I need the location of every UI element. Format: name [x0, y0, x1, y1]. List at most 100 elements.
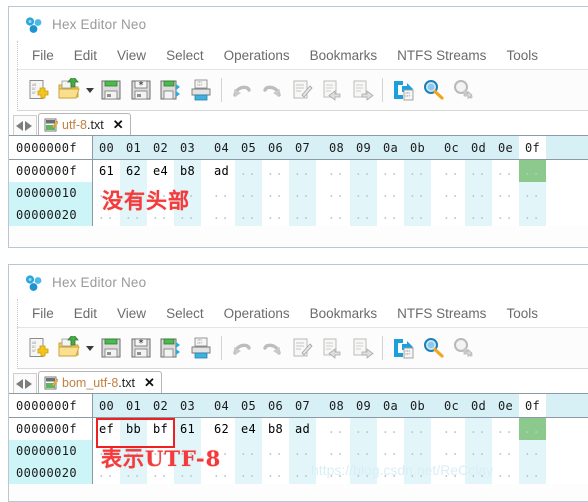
table-row[interactable]: 00000020 .. .. .. .. .. .. .. .. .. .. .…	[9, 204, 588, 226]
hex-byte[interactable]: ..	[404, 462, 431, 484]
hex-col-0a[interactable]: 0a	[377, 394, 404, 417]
hex-byte[interactable]: ..	[208, 462, 235, 484]
hex-byte[interactable]: 62	[120, 160, 147, 182]
tab-close-icon-2[interactable]: ✕	[144, 376, 155, 389]
hex-col-09[interactable]: 09	[350, 394, 377, 417]
menu-item-tools[interactable]: Tools	[496, 48, 548, 63]
open-dropdown-caret-icon[interactable]	[84, 74, 96, 106]
hex-byte[interactable]: 61	[93, 160, 120, 182]
hex-col-08[interactable]: 08	[323, 136, 350, 159]
hex-byte[interactable]: ..	[208, 204, 235, 226]
hex-byte[interactable]: ..	[93, 204, 120, 226]
hex-col-04[interactable]: 04	[208, 136, 235, 159]
open-folder-icon[interactable]	[54, 74, 84, 106]
hex-byte[interactable]: ..	[120, 204, 147, 226]
hex-byte[interactable]: ..	[377, 440, 404, 462]
hex-col-04[interactable]: 04	[208, 394, 235, 417]
hex-byte[interactable]: ..	[323, 204, 350, 226]
menu-item-edit[interactable]: Edit	[64, 306, 107, 321]
hex-byte[interactable]: ..	[235, 440, 262, 462]
open-dropdown-caret-icon[interactable]	[84, 332, 96, 364]
hex-col-0b[interactable]: 0b	[404, 394, 431, 417]
menu-item-tools[interactable]: Tools	[496, 306, 548, 321]
export-icon[interactable]: ABC DEF	[388, 74, 418, 106]
hex-byte[interactable]: ..	[323, 462, 350, 484]
save-icon[interactable]	[96, 74, 126, 106]
hex-byte[interactable]: ..	[465, 440, 492, 462]
hex-byte[interactable]: b8	[174, 160, 201, 182]
hex-byte[interactable]: ..	[438, 418, 465, 440]
hex-col-09[interactable]: 09	[350, 136, 377, 159]
hex-byte[interactable]: ..	[323, 440, 350, 462]
hex-byte[interactable]: ..	[350, 204, 377, 226]
hex-byte[interactable]: ..	[350, 160, 377, 182]
hex-byte[interactable]: ..	[289, 462, 316, 484]
paste-icon[interactable]	[347, 74, 377, 106]
hex-byte[interactable]: ..	[519, 204, 546, 226]
hex-col-03[interactable]: 03	[174, 394, 201, 417]
hex-byte[interactable]: ..	[174, 204, 201, 226]
save-all-icon[interactable]	[156, 332, 186, 364]
hex-byte[interactable]: ..	[350, 462, 377, 484]
hex-byte[interactable]: ad	[208, 160, 235, 182]
print-icon[interactable]: ABC DEF	[186, 332, 216, 364]
tab-nav-arrows-2[interactable]	[13, 373, 37, 393]
hex-byte[interactable]: ..	[404, 182, 431, 204]
hex-byte[interactable]: 62	[208, 418, 235, 440]
hex-byte[interactable]: ..	[377, 462, 404, 484]
find-icon[interactable]	[418, 332, 448, 364]
hex-col-07[interactable]: 07	[289, 394, 316, 417]
hex-col-06[interactable]: 06	[262, 136, 289, 159]
menu-item-operations[interactable]: Operations	[214, 306, 300, 321]
hex-byte-selected[interactable]: ..	[519, 160, 546, 182]
hex-col-0f-selected[interactable]: 0f	[519, 136, 546, 159]
new-file-icon[interactable]: AB DC UF	[24, 74, 54, 106]
hex-byte[interactable]: ..	[377, 182, 404, 204]
hex-byte[interactable]: ..	[438, 160, 465, 182]
hex-byte[interactable]: ..	[438, 440, 465, 462]
hex-byte[interactable]: ..	[262, 204, 289, 226]
hex-byte[interactable]: ..	[492, 204, 519, 226]
hex-byte[interactable]: ..	[492, 182, 519, 204]
save-as-icon[interactable]: *	[126, 332, 156, 364]
hex-byte[interactable]: ..	[93, 440, 120, 462]
hex-byte[interactable]: ..	[377, 204, 404, 226]
hex-byte[interactable]: ..	[235, 182, 262, 204]
hex-byte[interactable]: ..	[492, 418, 519, 440]
export-icon[interactable]: ABC DEF	[388, 332, 418, 364]
hex-byte[interactable]: ..	[289, 182, 316, 204]
tab-bom-utf-8-txt[interactable]: bom_utf-8.txt ✕	[38, 371, 162, 393]
hex-col-00[interactable]: 00	[93, 136, 120, 159]
hex-byte[interactable]: ..	[350, 440, 377, 462]
hex-byte[interactable]: ..	[147, 182, 174, 204]
hex-byte[interactable]: ..	[235, 204, 262, 226]
hex-col-01[interactable]: 01	[120, 136, 147, 159]
hex-byte[interactable]: ..	[289, 204, 316, 226]
undo-icon[interactable]	[227, 332, 257, 364]
hex-byte[interactable]: ad	[289, 418, 316, 440]
hex-byte[interactable]: e4	[147, 160, 174, 182]
hex-byte[interactable]: ..	[492, 462, 519, 484]
hex-col-0a[interactable]: 0a	[377, 136, 404, 159]
print-icon[interactable]: ABC DEF	[186, 74, 216, 106]
hex-byte[interactable]: ..	[323, 160, 350, 182]
hex-byte[interactable]: ..	[147, 462, 174, 484]
hex-col-01[interactable]: 01	[120, 394, 147, 417]
undo-icon[interactable]	[227, 74, 257, 106]
copy-icon[interactable]	[317, 332, 347, 364]
nav-next-icon[interactable]	[25, 378, 32, 389]
hex-col-05[interactable]: 05	[235, 136, 262, 159]
tab-close-icon-1[interactable]: ✕	[113, 118, 124, 131]
save-icon[interactable]	[96, 332, 126, 364]
save-as-icon[interactable]: *	[126, 74, 156, 106]
hex-byte[interactable]: ..	[93, 182, 120, 204]
hex-byte[interactable]: ..	[174, 182, 201, 204]
table-row[interactable]: 00000020 .. .. .. .. .. .. .. .. .. .. .…	[9, 462, 588, 484]
menu-item-bookmarks[interactable]: Bookmarks	[300, 306, 388, 321]
hex-byte[interactable]: ..	[262, 182, 289, 204]
menu-item-operations[interactable]: Operations	[214, 48, 300, 63]
hex-byte[interactable]: ..	[438, 182, 465, 204]
hex-byte[interactable]: ..	[465, 462, 492, 484]
hex-col-0d[interactable]: 0d	[465, 136, 492, 159]
cut-icon[interactable]	[287, 332, 317, 364]
